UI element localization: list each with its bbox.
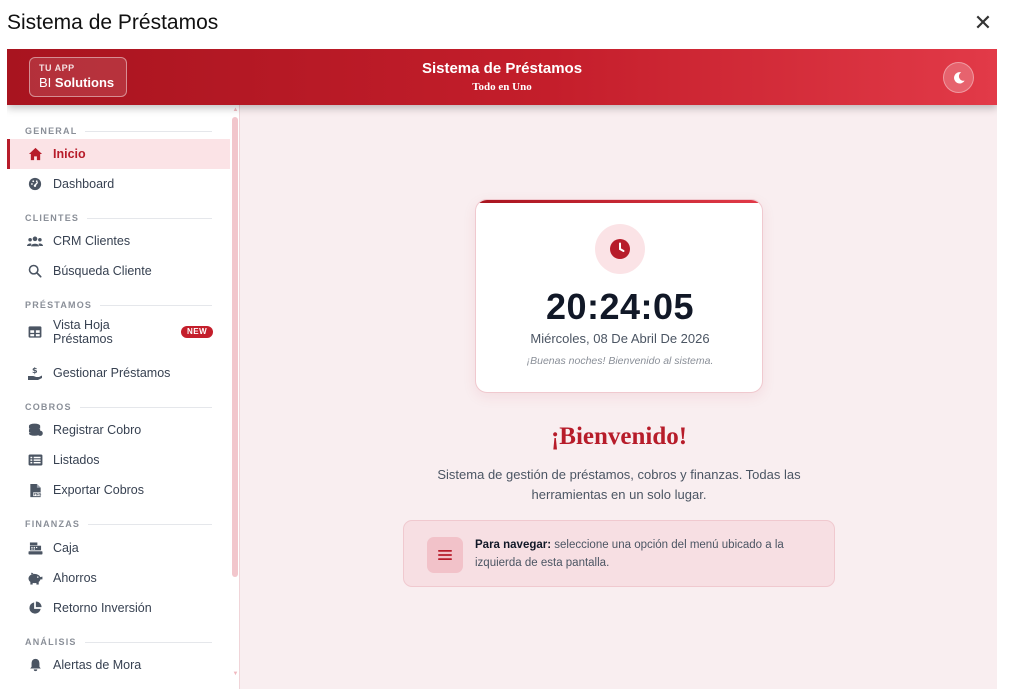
- hand-coin-icon: $: [27, 365, 43, 381]
- sidebar-item-label: Dashboard: [53, 177, 115, 191]
- sidebar-item-label: Registrar Cobro: [53, 423, 142, 437]
- sidebar-item-label: Gestionar Préstamos: [53, 366, 171, 380]
- sidebar-item-label: Caja: [53, 541, 79, 555]
- sidebar-item-label: Retorno Inversión: [53, 601, 152, 615]
- sidebar-item-gestionar-prestamos[interactable]: $ Gestionar Préstamos: [7, 358, 230, 388]
- sidebar-item-label: Listados: [53, 453, 100, 467]
- sidebar-item-retorno-inversion[interactable]: Retorno Inversión: [7, 593, 230, 623]
- gauge-icon: [27, 176, 43, 192]
- section-general: GENERAL: [25, 125, 212, 137]
- clock-time: 20:24:05: [545, 286, 695, 327]
- sidebar-item-label: Vista Hoja: [53, 318, 110, 332]
- sidebar-item-caja[interactable]: Caja: [7, 533, 230, 563]
- piggy-bank-icon: [27, 570, 43, 586]
- navigation-hint-text: Para navegar: seleccione una opción del …: [475, 536, 820, 572]
- bell-icon: [27, 657, 43, 673]
- app-window: TU APP BI Solutions Sistema de Préstamos…: [7, 49, 997, 689]
- pie-chart-icon: [27, 600, 43, 616]
- sidebar-item-label: Ahorros: [53, 571, 97, 585]
- section-analisis: ANÁLISIS: [25, 636, 212, 648]
- clock-icon: [610, 239, 630, 259]
- sidebar-item-vista-hoja-prestamos[interactable]: Vista Hoja Préstamos NEW: [7, 313, 230, 351]
- sidebar-item-label: Inicio: [53, 147, 86, 161]
- navigation-hint-card: Para navegar: seleccione una opción del …: [403, 520, 835, 587]
- sidebar-item-registrar-cobro[interactable]: Registrar Cobro: [7, 415, 230, 445]
- sidebar-item-exportar-cobros[interactable]: PNG Exportar Cobros: [7, 475, 230, 505]
- sidebar-item-label: Alertas de Mora: [53, 658, 142, 672]
- theme-toggle-button[interactable]: [943, 62, 974, 93]
- file-export-icon: PNG: [27, 482, 43, 498]
- sidebar: ▲ ▼ GENERAL Inicio Dashboard CLIENTES CR…: [7, 105, 240, 689]
- app-header: TU APP BI Solutions Sistema de Préstamos…: [7, 49, 997, 105]
- section-clientes: CLIENTES: [25, 212, 212, 224]
- sidebar-item-listados[interactable]: Listados: [7, 445, 230, 475]
- welcome-title: ¡Bienvenido!: [550, 423, 688, 450]
- section-prestamos: PRÉSTAMOS: [25, 299, 212, 311]
- sidebar-item-label: CRM Clientes: [53, 234, 131, 248]
- welcome-description: Sistema de gestión de préstamos, cobros …: [437, 467, 801, 502]
- sidebar-item-label: Búsqueda Cliente: [53, 264, 152, 278]
- sidebar-item-busqueda-cliente[interactable]: Búsqueda Cliente: [7, 256, 230, 286]
- clock-card: 20:24:05 Miércoles, 08 De Abril De 2026 …: [475, 199, 763, 393]
- new-badge: NEW: [181, 326, 214, 338]
- clock-greeting: ¡Buenas noches! Bienvenido al sistema.: [526, 355, 714, 367]
- sidebar-scrollbar[interactable]: [232, 117, 238, 577]
- section-label: PRÉSTAMOS: [25, 300, 93, 310]
- scroll-down-arrow[interactable]: ▼: [232, 671, 239, 677]
- dialog-title: Sistema de Préstamos: [7, 11, 219, 34]
- clock-icon-container: [595, 224, 645, 274]
- sidebar-item-inicio[interactable]: Inicio: [7, 139, 230, 169]
- section-label: FINANZAS: [25, 519, 81, 529]
- cash-register-icon: [27, 540, 43, 556]
- clock-date: Miércoles, 08 De Abril De 2026: [530, 331, 710, 346]
- section-label: ANÁLISIS: [25, 637, 77, 647]
- users-icon: [27, 233, 43, 249]
- main-content: 20:24:05 Miércoles, 08 De Abril De 2026 …: [241, 105, 997, 689]
- header-title: Sistema de Préstamos: [421, 60, 583, 77]
- sidebar-item-label-line2: Préstamos: [53, 332, 113, 346]
- menu-icon: [427, 537, 463, 573]
- moon-icon: [953, 71, 965, 84]
- section-finanzas: FINANZAS: [25, 518, 212, 530]
- sidebar-item-alertas-mora[interactable]: Alertas de Mora: [7, 650, 230, 680]
- coins-icon: [27, 422, 43, 438]
- close-button[interactable]: ✕: [971, 11, 995, 35]
- header-subtitle: Todo en Uno: [472, 81, 532, 93]
- home-icon: [27, 146, 43, 162]
- section-label: GENERAL: [25, 126, 78, 136]
- svg-text:$: $: [32, 366, 38, 375]
- sidebar-item-dashboard[interactable]: Dashboard: [7, 169, 230, 199]
- list-icon: [27, 452, 43, 468]
- sidebar-item-crm-clientes[interactable]: CRM Clientes: [7, 226, 230, 256]
- scroll-up-arrow[interactable]: ▲: [232, 107, 239, 113]
- sidebar-item-label: Exportar Cobros: [53, 483, 145, 497]
- section-label: COBROS: [25, 402, 72, 412]
- svg-text:PNG: PNG: [33, 492, 41, 496]
- search-icon: [27, 263, 43, 279]
- section-label: CLIENTES: [25, 213, 80, 223]
- section-cobros: COBROS: [25, 401, 212, 413]
- navigation-hint-label: Para navegar:: [475, 539, 552, 551]
- sidebar-item-ahorros[interactable]: Ahorros: [7, 563, 230, 593]
- card-accent-line: [476, 200, 762, 203]
- table-icon: [27, 324, 43, 340]
- dialog-title-bar: Sistema de Préstamos ✕: [0, 0, 1009, 48]
